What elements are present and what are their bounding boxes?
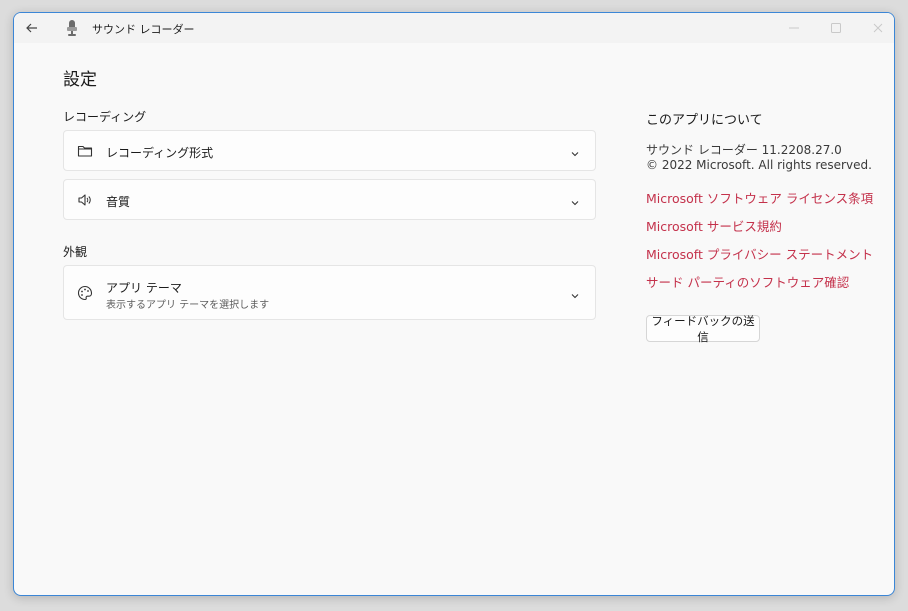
license-terms-link[interactable]: Microsoft ソフトウェア ライセンス条項 — [646, 188, 873, 207]
third-party-notices-link[interactable]: サード パーティのソフトウェア確認 — [646, 272, 849, 291]
version-text: サウンド レコーダー 11.2208.27.0 — [646, 143, 842, 157]
services-agreement-link[interactable]: Microsoft サービス規約 — [646, 216, 782, 235]
privacy-statement-link[interactable]: Microsoft プライバシー ステートメント — [646, 244, 873, 263]
chevron-down-icon[interactable] — [569, 194, 581, 206]
audio-quality-label: 音質 — [106, 195, 131, 209]
section-recording-label: レコーディング — [63, 110, 147, 124]
recording-format-card[interactable]: レコーディング形式 — [63, 130, 596, 171]
speaker-icon — [77, 192, 93, 208]
close-icon[interactable] — [870, 20, 886, 36]
app-theme-card[interactable]: アプリ テーマ 表示するアプリ テーマを選択します — [63, 265, 596, 320]
audio-quality-card[interactable]: 音質 — [63, 179, 596, 220]
maximize-icon[interactable] — [828, 20, 844, 36]
app-theme-label: アプリ テーマ — [106, 281, 182, 295]
window-title: サウンド レコーダー — [92, 23, 195, 36]
app-window: サウンド レコーダー 設定 レコーディング レコーディング形式 音質 外観 アプ… — [13, 12, 895, 596]
chevron-down-icon[interactable] — [569, 145, 581, 157]
app-theme-description: 表示するアプリ テーマを選択します — [106, 300, 270, 311]
send-feedback-button[interactable]: フィードバックの送信 — [646, 314, 760, 344]
title-bar: サウンド レコーダー — [14, 13, 894, 43]
recording-format-label: レコーディング形式 — [106, 146, 214, 160]
page-title: 設定 — [63, 70, 97, 90]
minimize-icon[interactable] — [786, 20, 802, 36]
copyright-text: © 2022 Microsoft. All rights reserved. — [646, 158, 872, 172]
folder-icon — [77, 143, 93, 159]
palette-icon — [77, 285, 93, 301]
chevron-down-icon[interactable] — [569, 287, 581, 299]
section-appearance-label: 外観 — [63, 245, 88, 259]
about-title: このアプリについて — [646, 113, 763, 128]
back-arrow-icon[interactable] — [23, 19, 41, 37]
microphone-icon — [65, 19, 79, 37]
